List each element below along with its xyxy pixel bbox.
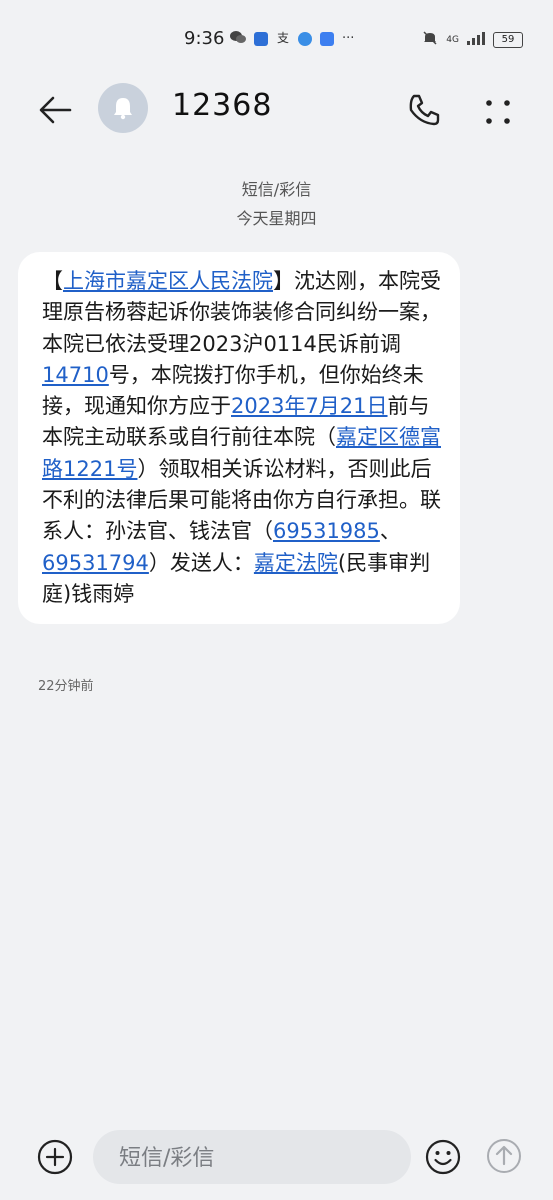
message-bubble[interactable]: 【上海市嘉定区人民法院】沈达刚，本院受理原告杨蓉起诉你装饰装修合同纠纷一案，本院… bbox=[18, 252, 460, 625]
notification-icons: 支 ··· bbox=[230, 30, 354, 48]
plus-circle-icon bbox=[37, 1139, 73, 1175]
message-date-label: 今天星期四 bbox=[236, 209, 317, 228]
message-link[interactable]: 14710 bbox=[42, 363, 109, 387]
contact-name: 12368 bbox=[172, 88, 273, 123]
network-type: 4G bbox=[446, 35, 459, 45]
mute-icon bbox=[422, 30, 438, 50]
message-link[interactable]: 嘉定法院 bbox=[254, 551, 338, 575]
send-button[interactable] bbox=[486, 1138, 522, 1174]
back-arrow-icon bbox=[39, 96, 72, 124]
message-type-label: 短信/彩信 bbox=[241, 180, 312, 199]
message-input-box[interactable] bbox=[93, 1130, 411, 1186]
more-notifications-icon: ··· bbox=[342, 31, 355, 46]
svg-text:支: 支 bbox=[277, 31, 289, 44]
bell-icon bbox=[114, 98, 132, 120]
message-composer bbox=[0, 1116, 553, 1200]
emoji-button[interactable] bbox=[424, 1138, 462, 1176]
wechat-icon bbox=[230, 30, 246, 48]
message-text: 、 bbox=[379, 519, 401, 544]
message-link[interactable]: 69531794 bbox=[42, 551, 149, 575]
call-button[interactable] bbox=[404, 90, 444, 130]
message-input[interactable] bbox=[117, 1130, 411, 1186]
contact-avatar[interactable] bbox=[98, 83, 148, 133]
more-dots-icon bbox=[486, 100, 510, 124]
back-button[interactable] bbox=[36, 90, 76, 130]
system-icons: 4G 59 bbox=[422, 30, 523, 50]
send-arrow-icon bbox=[487, 1139, 521, 1173]
phone-icon bbox=[409, 94, 440, 126]
message-link[interactable]: 69531985 bbox=[273, 519, 380, 543]
message-text: 【 bbox=[42, 269, 63, 293]
app-icon bbox=[320, 32, 334, 46]
more-options-button[interactable] bbox=[476, 90, 520, 134]
conversation-header: 12368 bbox=[0, 70, 553, 150]
message-link[interactable]: 2023年7月21日 bbox=[231, 394, 388, 418]
add-attachment-button[interactable] bbox=[36, 1138, 74, 1176]
message-text: ）发送人： bbox=[148, 550, 254, 575]
message-time: 22分钟前 bbox=[38, 679, 94, 694]
battery-level: 59 bbox=[493, 32, 523, 48]
status-bar: 9:36 支 ··· 4G 59 bbox=[0, 0, 553, 70]
app-badge-icon bbox=[254, 32, 268, 46]
alipay-icon: 支 bbox=[276, 30, 290, 48]
status-time: 9:36 bbox=[184, 28, 225, 49]
browser-icon bbox=[298, 32, 312, 46]
smiley-icon bbox=[425, 1139, 461, 1175]
message-link[interactable]: 上海市嘉定区人民法院 bbox=[63, 269, 273, 293]
signal-icon bbox=[467, 31, 485, 49]
